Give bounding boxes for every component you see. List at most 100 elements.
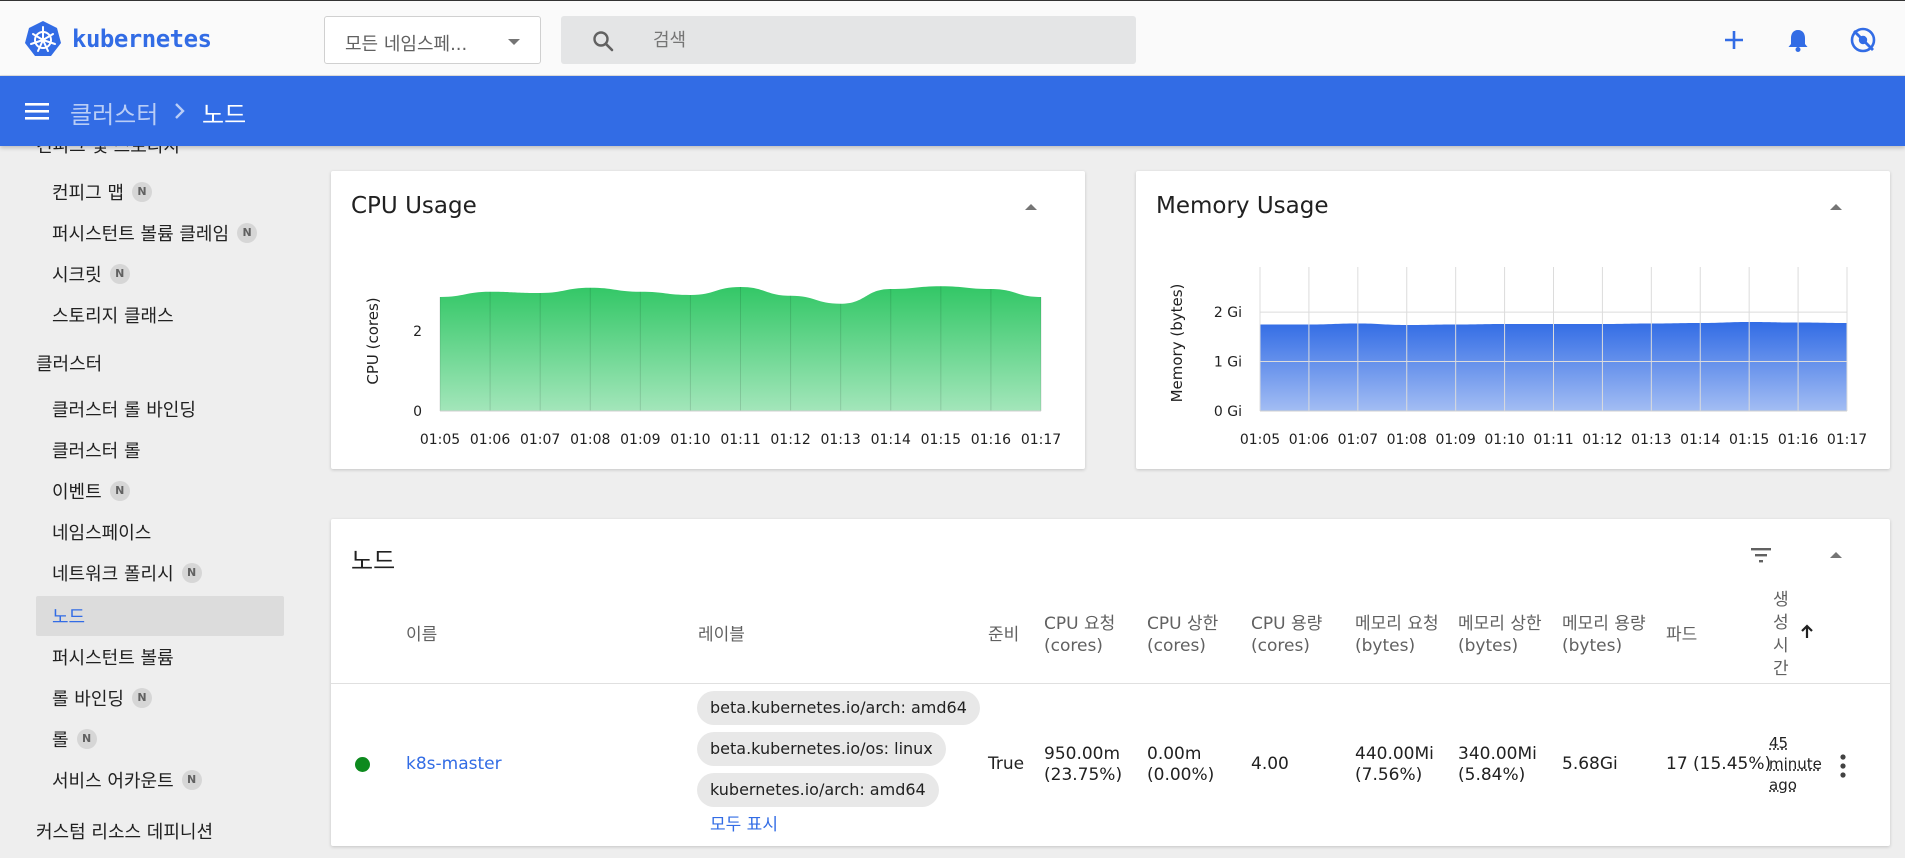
namespace-select[interactable]: 모든 네임스페...: [324, 16, 541, 64]
memory-capacity-value: 5.68Gi: [1562, 754, 1618, 774]
breadcrumb-parent-link[interactable]: 클러스터: [70, 95, 158, 130]
column-header-cpu-requests[interactable]: CPU 요청 (cores): [1044, 613, 1115, 657]
x-tick-label: 01:05: [1240, 432, 1280, 448]
table-divider: [331, 683, 1890, 684]
search-box[interactable]: [561, 16, 1136, 64]
sidebar-item-secrets[interactable]: 시크릿 N: [36, 254, 284, 294]
x-tick-label: 01:10: [1484, 432, 1524, 448]
created-age-value: 45 minute ago: [1769, 733, 1822, 796]
column-header-created[interactable]: 생 성 시 간: [1773, 589, 1789, 681]
namespaced-badge: N: [131, 688, 152, 708]
sidebar-item-nodes[interactable]: 노드: [36, 596, 284, 636]
search-input[interactable]: [653, 16, 1113, 64]
sidebar-group-cluster[interactable]: 클러스터: [36, 350, 102, 376]
sidebar-item-cluster-roles[interactable]: 클러스터 롤: [36, 430, 284, 470]
x-tick-label: 01:09: [1435, 432, 1475, 448]
header-line: 메모리 요청: [1355, 614, 1439, 634]
value-line: (23.75%): [1044, 765, 1123, 785]
sidebar-item-configmaps[interactable]: 컨피그 맵 N: [36, 172, 284, 212]
sidebar-item-network-policies[interactable]: 네트워크 폴리시 N: [36, 553, 284, 593]
menu-icon[interactable]: [24, 99, 50, 123]
header-line: CPU 용량: [1251, 614, 1323, 634]
x-tick-label: 01:15: [1729, 432, 1769, 448]
namespaced-badge: N: [76, 729, 97, 749]
column-header-cpu-capacity[interactable]: CPU 용량 (cores): [1251, 613, 1322, 657]
sidebar-item-label: 롤 바인딩: [52, 689, 124, 710]
collapse-arrow-icon[interactable]: [1824, 543, 1848, 567]
sidebar-group-config-storage[interactable]: 컨피그 및 스토리지: [36, 146, 180, 158]
node-name-link[interactable]: k8s-master: [406, 754, 502, 775]
memory-limits-value: 340.00Mi (5.84%): [1458, 744, 1537, 786]
sidebar-item-storage-classes[interactable]: 스토리지 클래스: [36, 295, 284, 335]
column-header-name[interactable]: 이름: [406, 624, 437, 646]
x-tick-label: 01:11: [1533, 432, 1573, 448]
cpu-requests-value: 950.00m (23.75%): [1044, 744, 1122, 786]
header-line: 생: [1773, 590, 1789, 610]
sidebar-item-cluster-role-bindings[interactable]: 클러스터 롤 바인딩: [36, 389, 284, 429]
memory-requests-value: 440.00Mi (7.56%): [1355, 744, 1434, 786]
sidebar-item-events[interactable]: 이벤트 N: [36, 471, 284, 511]
x-tick-label: 01:15: [921, 432, 961, 448]
y-tick-label: 0: [413, 404, 422, 420]
kubernetes-wheel-icon: [25, 21, 61, 56]
column-header-ready[interactable]: 준비: [988, 624, 1019, 646]
page-title: 노드: [202, 101, 247, 129]
sidebar-group-crd[interactable]: 커스텀 리소스 데피니션: [36, 818, 213, 844]
header-line: (bytes): [1458, 636, 1519, 656]
x-tick-label: 01:09: [620, 432, 660, 448]
column-header-pods[interactable]: 파드: [1666, 624, 1697, 646]
show-all-labels-link[interactable]: 모두 표시: [710, 815, 778, 836]
value-line: minute: [1769, 755, 1822, 773]
header-line: (bytes): [1562, 636, 1623, 656]
namespaced-badge: N: [109, 264, 130, 284]
kubernetes-logo[interactable]: kubernetes: [24, 20, 212, 58]
header-line: (cores): [1251, 636, 1310, 656]
sidebar-item-label: 네임스페이스: [52, 523, 152, 544]
x-tick-label: 01:06: [1289, 432, 1329, 448]
pods-value: 17 (15.45%): [1666, 754, 1772, 774]
namespaced-badge: N: [237, 223, 258, 243]
sidebar-item-role-bindings[interactable]: 롤 바인딩 N: [36, 678, 284, 718]
x-tick-label: 01:17: [1021, 432, 1061, 448]
header-line: CPU 상한: [1147, 614, 1219, 634]
sidebar-item-label: 스토리지 클래스: [52, 306, 174, 327]
more-vert-icon[interactable]: [1835, 753, 1851, 779]
sidebar-item-pvc[interactable]: 퍼시스턴트 볼륨 클레임 N: [36, 213, 284, 253]
sidebar-item-label: 이벤트: [52, 482, 102, 503]
value-line: 440.00Mi: [1355, 744, 1434, 764]
header-line: (cores): [1147, 636, 1206, 656]
filter-icon[interactable]: [1749, 543, 1773, 567]
sidebar-item-persistent-volumes[interactable]: 퍼시스턴트 볼륨: [36, 637, 284, 677]
settings-off-icon[interactable]: [1849, 26, 1877, 54]
y-tick-label: 2: [413, 324, 422, 340]
value-line: (5.84%): [1458, 765, 1526, 785]
column-header-memory-limits[interactable]: 메모리 상한 (bytes): [1458, 613, 1542, 657]
x-tick-label: 01:08: [570, 432, 610, 448]
y-tick-label: 1 Gi: [1214, 355, 1242, 371]
memory-usage-chart: 0 Gi 1 Gi 2 Gi 01:05 01:06 01:07 01:08 01:09 01:…: [1168, 267, 1867, 448]
x-tick-label: 01:05: [420, 432, 460, 448]
plus-icon[interactable]: [1720, 26, 1748, 54]
sidebar-item-label: 네트워크 폴리시: [52, 564, 174, 585]
x-tick-label: 01:14: [871, 432, 911, 448]
sidebar-item-label: 서비스 어카운트: [52, 771, 174, 792]
sidebar-item-service-accounts[interactable]: 서비스 어카운트 N: [36, 760, 284, 800]
sidebar-item-namespaces[interactable]: 네임스페이스: [36, 512, 284, 552]
dropdown-caret-icon: [508, 39, 520, 45]
bell-icon[interactable]: [1784, 26, 1812, 54]
ready-value: True: [988, 754, 1025, 774]
column-header-cpu-limits[interactable]: CPU 상한 (cores): [1147, 613, 1218, 657]
column-header-memory-requests[interactable]: 메모리 요청 (bytes): [1355, 613, 1439, 657]
nodes-table-title: 노드: [351, 547, 396, 575]
namespaced-badge: N: [109, 481, 130, 501]
status-ready-icon: [355, 757, 370, 772]
column-header-memory-capacity[interactable]: 메모리 용량 (bytes): [1562, 613, 1646, 657]
header-line: 메모리 상한: [1458, 614, 1542, 634]
sidebar-item-roles[interactable]: 롤 N: [36, 719, 284, 759]
sort-ascending-arrow-icon[interactable]: [1797, 622, 1817, 642]
x-tick-label: 01:13: [1631, 432, 1671, 448]
value-line: ago: [1769, 776, 1797, 794]
namespaced-badge: N: [181, 770, 202, 790]
search-icon: [593, 31, 614, 52]
y-tick-label: 0 Gi: [1214, 404, 1242, 420]
